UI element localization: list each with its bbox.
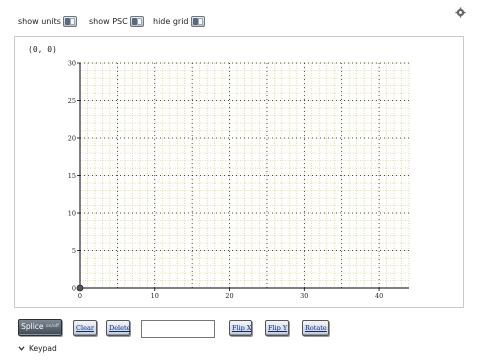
- y-tick-label: 30: [68, 60, 76, 68]
- flip-y-button[interactable]: Flip Y: [265, 320, 289, 336]
- keypad-toggle[interactable]: Keypad: [18, 344, 57, 353]
- delete-button[interactable]: Delete: [106, 320, 130, 336]
- splice-sublabel: on/off: [45, 324, 59, 329]
- x-tick-label: 30: [300, 292, 308, 300]
- splice-label: Splice: [21, 322, 44, 331]
- y-tick-label: 5: [72, 247, 76, 255]
- keypad-label: Keypad: [29, 344, 57, 353]
- y-tick-label: 20: [68, 135, 76, 143]
- flip-x-button[interactable]: Flip X: [229, 320, 252, 336]
- x-tick-label: 10: [151, 292, 159, 300]
- origin-point: [76, 284, 84, 292]
- expression-input[interactable]: [141, 320, 215, 338]
- chevron-down-icon: [18, 346, 25, 351]
- clear-button[interactable]: Clear: [73, 320, 97, 336]
- x-tick-label: 0: [78, 292, 82, 300]
- splice-button[interactable]: Splice on/off: [18, 319, 62, 336]
- button-row: Splice on/off Clear Delete Flip X Flip Y…: [0, 318, 480, 340]
- x-tick-label: 40: [375, 292, 383, 300]
- y-tick-label: 25: [68, 97, 76, 105]
- y-tick-label: 0: [72, 285, 76, 293]
- x-tick-label: 20: [225, 292, 233, 300]
- y-tick-label: 15: [68, 172, 76, 180]
- y-tick-label: 10: [68, 210, 76, 218]
- plot-area[interactable]: 0 5 10 15 20 25 30 0 10 20 30 40: [0, 0, 480, 310]
- rotate-button[interactable]: Rotate: [302, 320, 329, 336]
